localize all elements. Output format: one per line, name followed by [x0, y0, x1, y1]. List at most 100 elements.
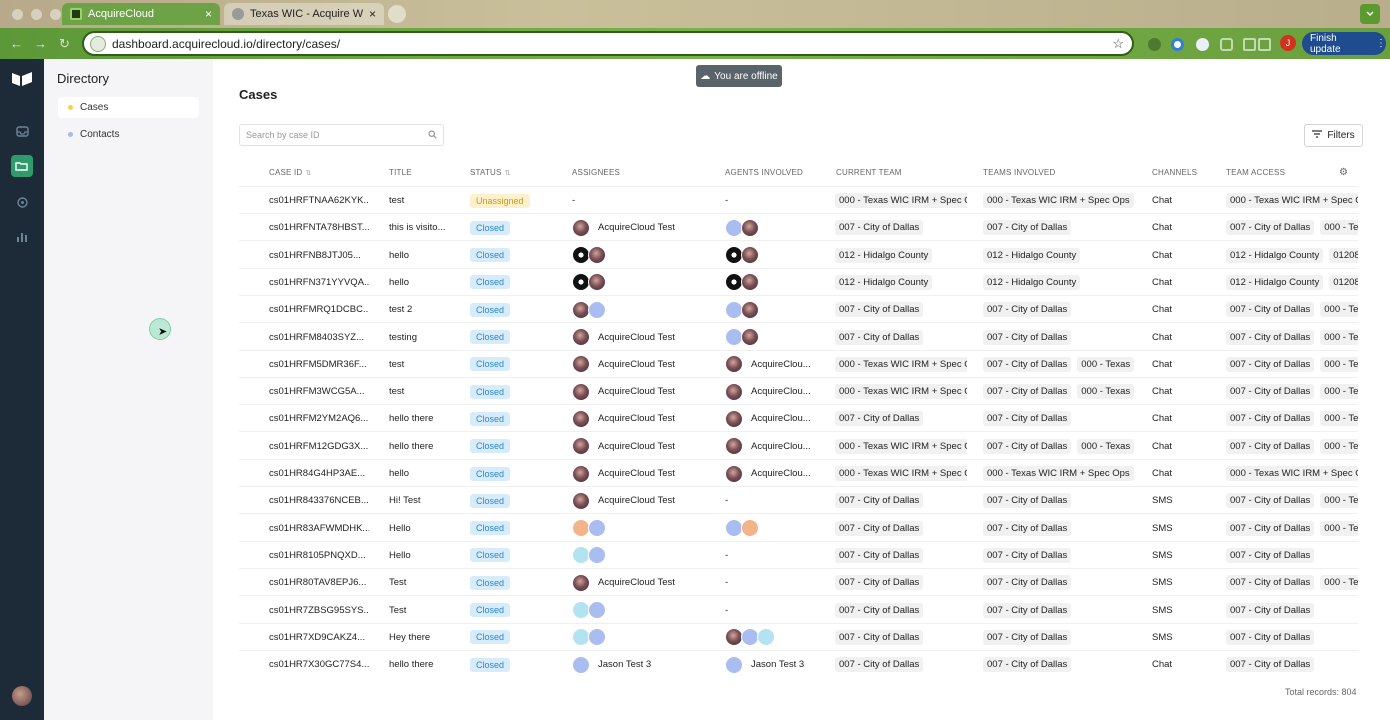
site-info-icon[interactable] [90, 35, 106, 52]
settings-icon[interactable] [11, 191, 33, 213]
browser-tab-acquirecloud[interactable]: AcquireCloud × [62, 3, 220, 25]
case-id[interactable]: cs01HRFM8403SYZ... [269, 324, 369, 351]
puzzle-extension-icon[interactable] [1220, 38, 1233, 51]
case-id[interactable]: cs01HR843376NCEB... [269, 487, 369, 514]
bookmark-star-icon[interactable]: ☆ [1112, 36, 1124, 52]
tab-close-icon[interactable]: × [205, 7, 212, 21]
table-row[interactable]: cs01HR83AFWMDHK... Hello Closed 007 - City … [239, 515, 1358, 542]
inbox-icon[interactable] [11, 120, 33, 142]
table-row[interactable]: cs01HR84G4HP3AE... hello Closed AcquireClou… [239, 460, 1358, 487]
table-row[interactable]: cs01HR7ZBSG95SYS... Test Closed - 007 - City… [239, 597, 1358, 624]
browser-tab-texas-wic[interactable]: Texas WIC - Acquire Widget × [224, 3, 384, 25]
team-chip: 007 - City of Dallas [1226, 302, 1315, 318]
assignees-cell: AcquireCloud Test [572, 378, 712, 405]
teams-involved-cell: 007 - City of Dallas [983, 542, 1148, 569]
channel-cell: Chat [1152, 659, 1173, 671]
team-chip: 007 - City of Dallas [835, 302, 924, 318]
table-row[interactable]: cs01HRFNB8JTJ05... hello Closed 012 - Hidal… [239, 242, 1358, 269]
forward-icon[interactable]: → [34, 36, 47, 51]
table-row[interactable]: cs01HRFN371YYVQA... hello Closed 012 - Hida… [239, 269, 1358, 296]
case-id[interactable]: cs01HR80TAV8EPJ6... [269, 569, 369, 596]
table-row[interactable]: cs01HRFM12GDG3X... hello there Closed Acqui… [239, 433, 1358, 460]
finish-update-button[interactable]: Finish update ⋮ [1302, 32, 1386, 55]
channel-cell: SMS [1152, 522, 1173, 534]
minimize-window-button[interactable] [31, 9, 42, 20]
teams-involved-cell: 007 - City of Dallas [983, 651, 1148, 674]
back-icon[interactable]: ← [10, 36, 23, 51]
table-row[interactable]: cs01HRFM8403SYZ... testing Closed AcquireCl… [239, 324, 1358, 351]
address-bar[interactable]: dashboard.acquirecloud.io/directory/case… [82, 31, 1134, 56]
sidepanel-icon[interactable] [1258, 38, 1271, 51]
case-id[interactable]: cs01HR7ZBSG95SYS... [269, 597, 369, 624]
column-settings-icon[interactable]: ⚙ [1339, 167, 1348, 178]
extension-icon[interactable] [1196, 38, 1209, 51]
team-chip: 000 - Texas [1320, 411, 1358, 427]
team-chip: 007 - City of Dallas [835, 329, 924, 345]
column-header-status[interactable]: STATUS ⇅ [470, 168, 511, 177]
table-row[interactable]: cs01HR80TAV8EPJ6... Test Closed AcquireClou… [239, 569, 1358, 597]
case-id[interactable]: cs01HR8105PNQXD... [269, 542, 369, 569]
case-id[interactable]: cs01HRFM12GDG3X... [269, 433, 369, 460]
case-id[interactable]: cs01HRFMRQ1DCBC... [269, 296, 369, 323]
filters-button[interactable]: Filters [1304, 124, 1363, 147]
table-row[interactable]: cs01HR843376NCEB... Hi! Test Closed Acquire… [239, 487, 1358, 515]
sidebar-item-cases[interactable]: Cases [58, 97, 199, 118]
case-search[interactable] [239, 124, 444, 146]
case-id[interactable]: cs01HRFM5DMR36F... [269, 351, 369, 378]
case-id[interactable]: cs01HR7XD9CAKZ4... [269, 624, 369, 651]
agent-avatar [725, 437, 743, 456]
current-team-cell: 007 - City of Dallas [835, 651, 967, 674]
logo-icon[interactable] [11, 71, 33, 87]
reload-icon[interactable]: ↻ [59, 36, 70, 52]
table-row[interactable]: cs01HRFMRQ1DCBC... test 2 Closed 007 - City… [239, 296, 1358, 324]
table-row[interactable]: cs01HRFNTA78HBST... this is visito... Clos… [239, 214, 1358, 242]
current-team-cell: 007 - City of Dallas [835, 515, 967, 542]
current-team-cell: 007 - City of Dallas [835, 214, 967, 241]
sidebar-item-contacts[interactable]: Contacts [58, 124, 199, 145]
table-row[interactable]: cs01HRFM5DMR36F... test Closed AcquireCloud… [239, 351, 1358, 378]
profile-avatar[interactable]: J [1280, 35, 1296, 51]
folder-icon[interactable] [11, 155, 33, 177]
assignee-avatar [572, 437, 590, 456]
table-row[interactable]: cs01HRFM2YM2AQ6... hello there Closed Acqui… [239, 405, 1358, 433]
case-id[interactable]: cs01HR7X30GC77S4... [269, 651, 369, 674]
case-id[interactable]: cs01HRFM3WCG5A... [269, 378, 369, 405]
new-tab-button[interactable] [388, 5, 406, 23]
case-id[interactable]: cs01HRFNB8JTJ05... [269, 242, 369, 269]
table-row[interactable]: cs01HR8105PNQXD... Hello Closed - 007 - City… [239, 542, 1358, 569]
case-title: Hey there [389, 631, 431, 643]
case-id[interactable]: cs01HRFTNAA62KYK... [269, 187, 369, 214]
table-row[interactable]: cs01HR7X30GC77S4... hello there Closed Jaso… [239, 651, 1358, 674]
extension-icon[interactable] [1148, 38, 1161, 51]
table-row[interactable]: cs01HRFTNAA62KYK... test Unassigned - - 000 -… [239, 187, 1358, 214]
case-id[interactable]: cs01HRFNTA78HBST... [269, 214, 369, 241]
table-row[interactable]: cs01HRFM3WCG5A... test Closed AcquireCloud … [239, 378, 1358, 406]
case-title: Test [389, 577, 407, 589]
analytics-icon[interactable] [11, 226, 33, 248]
case-title: hello [389, 249, 410, 261]
team-chip: 000 - Texas [1320, 438, 1358, 454]
current-team-cell: 007 - City of Dallas [835, 324, 967, 351]
tab-close-icon[interactable]: × [369, 7, 376, 21]
team-chip: 012 - Hidalgo County [835, 274, 933, 290]
table-row[interactable]: cs01HR7XD9CAKZ4... Hey there Closed 007 - C… [239, 624, 1358, 651]
table-header: CASE ID ⇅ TITLE STATUS ⇅ ASSIGNEES AGENTS … [239, 159, 1358, 187]
team-access-cell: 007 - City of Dallas 000 - Texas [1226, 378, 1358, 405]
column-header-case-id[interactable]: CASE ID ⇅ [269, 168, 312, 177]
google-extension-icon[interactable] [1171, 38, 1184, 51]
reading-list-icon[interactable] [1243, 38, 1256, 51]
maximize-window-button[interactable] [50, 9, 61, 20]
user-avatar[interactable] [12, 686, 32, 706]
url-text[interactable]: dashboard.acquirecloud.io/directory/case… [112, 37, 1112, 51]
channel-cell: Chat [1152, 331, 1173, 343]
search-input[interactable] [246, 130, 428, 140]
case-id[interactable]: cs01HR84G4HP3AE... [269, 460, 369, 487]
close-window-button[interactable] [12, 9, 23, 20]
agents-cell: AcquireClou... [725, 405, 825, 432]
kebab-menu-icon[interactable]: ⋮ [1376, 38, 1386, 49]
case-id[interactable]: cs01HRFM2YM2AQ6... [269, 405, 369, 432]
tab-search-button[interactable] [1360, 4, 1380, 24]
case-id[interactable]: cs01HR83AFWMDHK... [269, 515, 369, 542]
case-id[interactable]: cs01HRFN371YYVQA... [269, 269, 369, 296]
status-cell: Closed [470, 405, 550, 432]
